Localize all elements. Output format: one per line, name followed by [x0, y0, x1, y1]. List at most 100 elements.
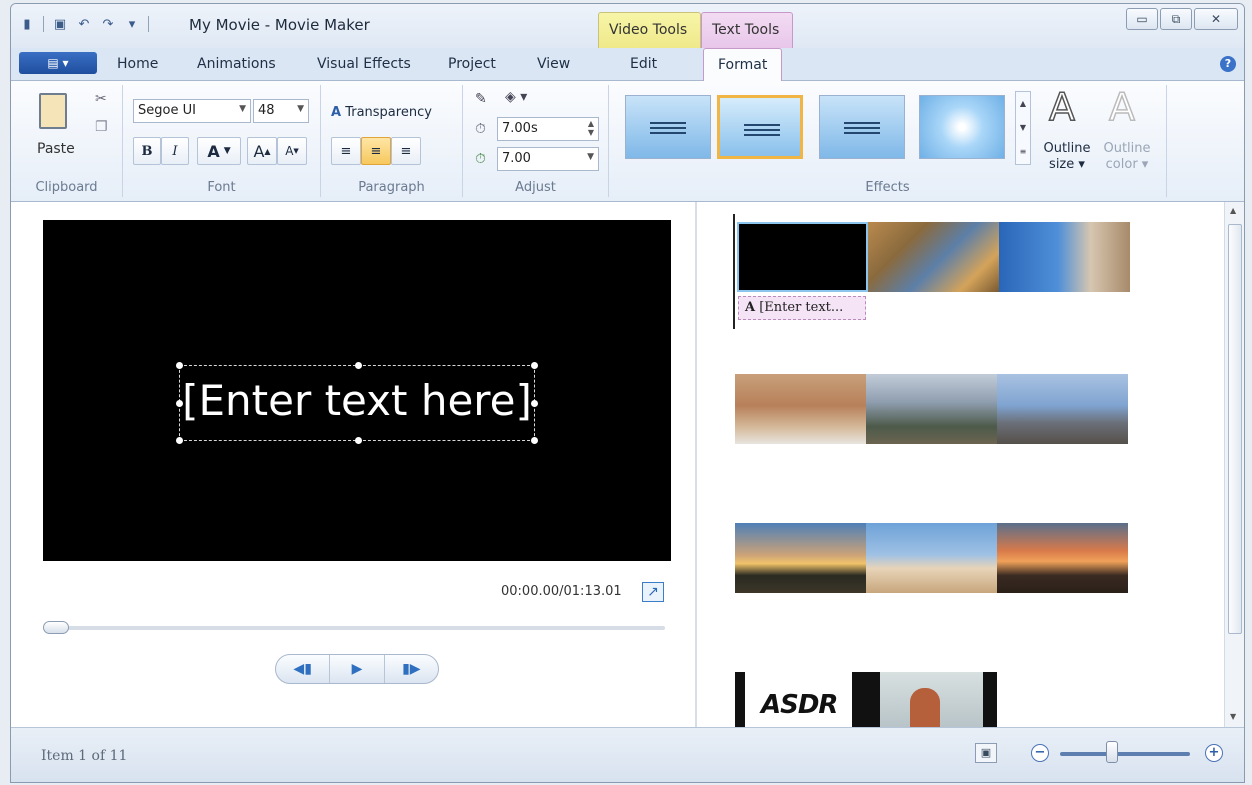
effect-scroll-thumbnail[interactable]	[625, 95, 711, 159]
thumbnail-size-icon[interactable]: ▣	[975, 743, 997, 763]
caption-textbox[interactable]: [Enter text here]	[176, 362, 538, 444]
outline-size-button[interactable]: Outline size ▾	[1037, 141, 1097, 173]
zoom-slider-thumb[interactable]	[1106, 741, 1118, 763]
restore-icon[interactable]: ⧉	[1160, 8, 1192, 30]
align-center-button[interactable]: ≡	[361, 137, 391, 165]
italic-button[interactable]: I	[161, 137, 189, 165]
effect-zoom-thumbnail[interactable]	[819, 95, 905, 159]
film-strip-edge	[866, 672, 880, 727]
tab-home[interactable]: Home	[117, 56, 158, 72]
spinner-icon[interactable]: ▲ ▼	[588, 119, 594, 137]
grow-font-label: A	[253, 141, 265, 161]
transparency-button[interactable]: A Transparency	[331, 105, 432, 120]
chevron-down-icon: ▼	[297, 104, 304, 114]
clip-thumbnail[interactable]	[866, 523, 997, 593]
text-color-icon[interactable]: ✎	[475, 91, 487, 107]
tab-video-tools[interactable]: Video Tools	[598, 12, 701, 48]
transparency-label: Transparency	[345, 105, 432, 120]
clip-thumbnail[interactable]	[868, 222, 999, 292]
align-right-button[interactable]: ≡	[391, 137, 421, 165]
scroll-up-icon[interactable]: ▲	[1230, 206, 1236, 215]
paragraph-group: A Transparency ≡ ≡ ≡ Paragraph	[321, 85, 463, 197]
copy-icon[interactable]: ❐	[95, 119, 108, 135]
chevron-down-icon: ▼	[239, 104, 246, 114]
effects-gallery-scroller[interactable]: ▲ ▼ ≡	[1015, 91, 1031, 165]
scroll-thumb[interactable]	[1228, 224, 1242, 634]
duration-select[interactable]: 7.00 ▼	[497, 147, 599, 171]
previous-frame-icon[interactable]: ◀▮	[276, 655, 329, 683]
redo-icon[interactable]: ↷	[100, 16, 116, 32]
resize-handle[interactable]	[355, 437, 362, 444]
clip-thumbnail[interactable]	[997, 523, 1128, 593]
clip-thumbnail[interactable]	[735, 523, 866, 593]
resize-handle[interactable]	[355, 362, 362, 369]
outline-color-label: Outline	[1103, 141, 1151, 156]
clip-thumbnail[interactable]	[866, 374, 997, 444]
clipboard-group: Paste ✂ ❐ Clipboard	[11, 85, 123, 197]
resize-handle[interactable]	[531, 362, 538, 369]
movie-maker-window: ▮ ▣ ↶ ↷ ▾ My Movie - Movie Maker Video T…	[10, 3, 1245, 783]
clip-thumbnail[interactable]	[735, 374, 866, 444]
clip-thumbnail-logo[interactable]: ASDR	[735, 672, 866, 727]
paste-icon[interactable]	[39, 93, 67, 129]
grow-font-button[interactable]: A ▲	[247, 137, 277, 165]
resize-handle[interactable]	[176, 362, 183, 369]
save-icon[interactable]: ▣	[52, 16, 68, 32]
outline-color-button[interactable]: Outline color ▾	[1097, 141, 1157, 173]
start-time-value: 7.00s	[502, 121, 538, 136]
window-controls: ▭ ⧉ ✕	[1126, 8, 1238, 30]
tab-project[interactable]: Project	[448, 56, 496, 72]
fullscreen-icon[interactable]: ↗	[642, 582, 664, 602]
playhead[interactable]	[733, 214, 735, 329]
video-preview[interactable]: [Enter text here]	[43, 220, 671, 561]
effect-lines-icon	[650, 122, 686, 134]
clip-thumbnail-video[interactable]	[866, 672, 997, 727]
seek-thumb[interactable]	[43, 621, 69, 634]
clip-thumbnail[interactable]	[999, 222, 1130, 292]
font-color-button[interactable]: A ▼	[197, 137, 241, 165]
font-size-select[interactable]: 48 ▼	[253, 99, 309, 123]
app-icon[interactable]: ▮	[19, 16, 35, 32]
paste-button[interactable]: Paste	[37, 141, 75, 157]
font-family-select[interactable]: Segoe UI ▼	[133, 99, 251, 123]
ribbon-tab-row: ▤ ▾ Home Animations Visual Effects Proje…	[11, 48, 1244, 82]
resize-handle[interactable]	[531, 437, 538, 444]
zoom-slider-track[interactable]	[1060, 752, 1190, 756]
effect-lines-icon	[744, 124, 780, 136]
close-icon[interactable]: ✕	[1194, 8, 1238, 30]
zoom-in-icon[interactable]: +	[1205, 744, 1223, 762]
tab-view[interactable]: View	[537, 56, 570, 72]
cut-icon[interactable]: ✂	[95, 91, 107, 107]
tab-text-tools[interactable]: Text Tools	[701, 12, 793, 48]
item-count: Item 1 of 11	[41, 748, 128, 764]
pane-divider[interactable]	[695, 202, 697, 727]
undo-icon[interactable]: ↶	[76, 16, 92, 32]
font-family-value: Segoe UI	[138, 103, 196, 118]
seek-bar[interactable]	[45, 626, 665, 630]
customize-toolbar-icon[interactable]: ▾	[124, 16, 140, 32]
clip-thumbnail-selected[interactable]	[737, 222, 868, 292]
align-left-button[interactable]: ≡	[331, 137, 361, 165]
resize-handle[interactable]	[176, 437, 183, 444]
effect-burst-thumbnail[interactable]	[919, 95, 1005, 159]
shrink-font-label: A	[285, 144, 294, 158]
tab-animations[interactable]: Animations	[197, 56, 276, 72]
tab-visual-effects[interactable]: Visual Effects	[317, 56, 411, 72]
storyboard-scrollbar[interactable]: ▲ ▼	[1224, 202, 1244, 727]
zoom-out-icon[interactable]: −	[1031, 744, 1049, 762]
caption-track-item[interactable]: A [Enter text...	[738, 296, 866, 320]
bold-button[interactable]: B	[133, 137, 161, 165]
start-time-input[interactable]: 7.00s ▲ ▼	[497, 117, 599, 141]
help-icon[interactable]: ?	[1220, 56, 1236, 72]
tab-edit[interactable]: Edit	[630, 56, 657, 72]
scroll-down-icon[interactable]: ▼	[1230, 712, 1236, 721]
effect-selected-thumbnail[interactable]	[717, 95, 803, 159]
clip-thumbnail[interactable]	[997, 374, 1128, 444]
tab-format[interactable]: Format	[703, 48, 783, 82]
play-icon[interactable]: ▶	[329, 655, 383, 683]
minimize-icon[interactable]: ▭	[1126, 8, 1158, 30]
background-color-icon[interactable]: ◈ ▾	[505, 89, 527, 105]
app-menu-button[interactable]: ▤ ▾	[19, 52, 97, 74]
next-frame-icon[interactable]: ▮▶	[383, 655, 438, 683]
shrink-font-button[interactable]: A ▼	[277, 137, 307, 165]
